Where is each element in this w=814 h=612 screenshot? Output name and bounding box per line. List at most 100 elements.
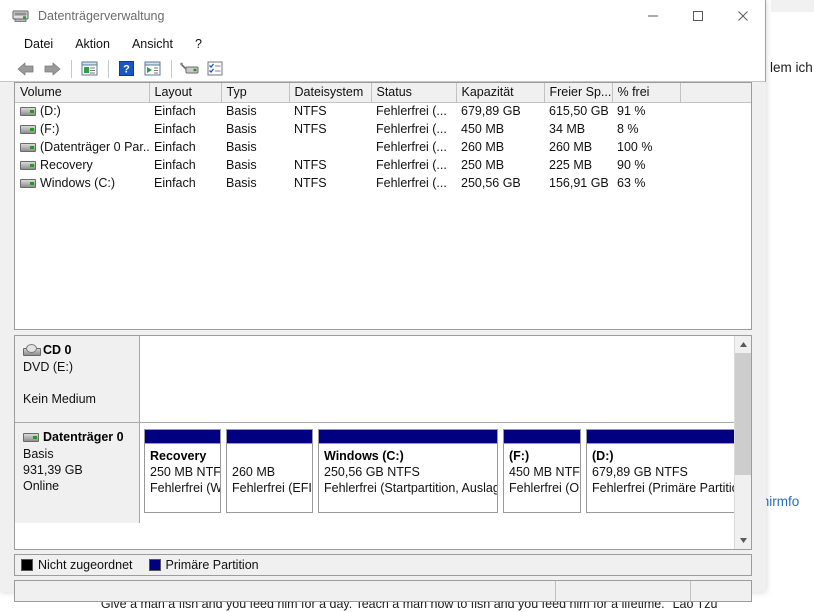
menu-item-datei[interactable]: Datei (16, 35, 61, 53)
menu-item-aktion[interactable]: Aktion (67, 35, 118, 53)
legend-bar: Nicht zugeordnet Primäre Partition (14, 554, 752, 576)
volume-cell-typ: Basis (226, 122, 257, 136)
show-console-tree-icon[interactable] (77, 58, 101, 80)
partition-body: (F:) 450 MB NTFS Fehlerfrei (OEM-Partiti… (504, 444, 580, 496)
legend-swatch-primary (148, 559, 161, 571)
partition-efi[interactable]: 260 MB Fehlerfrei (EFI-Systempartition) (226, 429, 313, 513)
table-row[interactable]: (F:) Einfach Basis NTFS Fehlerfrei (... … (15, 120, 751, 138)
column-header-volume[interactable]: Volume (15, 83, 150, 103)
volume-cell-blank (680, 156, 751, 174)
volume-cell-kapazitaet: 250 MB (461, 158, 505, 172)
column-header-blank[interactable] (680, 83, 751, 103)
background-top-strip (771, 0, 814, 12)
volume-cell-name: Windows (C:) (15, 174, 149, 192)
partition-d[interactable]: (D:) 679,89 GB NTFS Fehlerfrei (Primäre … (586, 429, 751, 513)
legend-label-primary: Primäre Partition (165, 558, 259, 572)
volume-table-header-row: Volume Layout Typ Dateisystem Status Kap… (15, 83, 751, 103)
legend-swatch-unallocated (21, 559, 33, 571)
properties-icon[interactable] (203, 58, 227, 80)
volume-icon (20, 161, 36, 170)
menu-item-ansicht[interactable]: Ansicht (124, 35, 181, 53)
volume-icon (20, 143, 36, 152)
close-button[interactable] (720, 0, 765, 32)
column-header-prozent-frei[interactable]: % frei (612, 83, 681, 103)
column-header-typ[interactable]: Typ (221, 83, 290, 103)
disk-line-2: 931,39 GB (23, 463, 83, 477)
hard-disk-icon (23, 432, 39, 442)
disk-row-cd0[interactable]: CD 0 DVD (E:) Kein Medium (15, 336, 751, 423)
legend-item-unallocated: Nicht zugeordnet (21, 558, 133, 572)
partition-body: Windows (C:) 250,56 GB NTFS Fehlerfrei (… (319, 444, 497, 496)
graphical-view-scrollbar[interactable] (734, 336, 751, 549)
volume-cell-typ: Basis (226, 104, 257, 119)
window-title: Datenträgerverwaltung (38, 9, 165, 23)
partition-f[interactable]: (F:) 450 MB NTFS Fehlerfrei (OEM-Partiti… (503, 429, 581, 513)
maximize-button[interactable] (675, 0, 720, 32)
disk-row-disk0[interactable]: Datenträger 0 Basis 931,39 GB Online Rec… (15, 423, 751, 523)
partition-windows-c[interactable]: Windows (C:) 250,56 GB NTFS Fehlerfrei (… (318, 429, 498, 513)
window-controls (630, 0, 765, 32)
table-row[interactable]: Windows (C:) Einfach Basis NTFS Fehlerfr… (15, 174, 751, 192)
help-icon[interactable]: ? (114, 58, 138, 80)
disk-line-1: DVD (E:) (23, 360, 73, 374)
disk-no-media-area[interactable] (140, 336, 751, 422)
volume-icon (20, 125, 36, 134)
volume-cell-kapazitaet: 250,56 GB (461, 176, 521, 190)
legend-item-primary: Primäre Partition (148, 558, 259, 572)
partition-name: Recovery (150, 449, 207, 463)
disk-name-label: CD 0 (43, 343, 72, 357)
volume-label: (F:) (40, 122, 60, 136)
partition-body: (D:) 679,89 GB NTFS Fehlerfrei (Primäre … (587, 444, 751, 496)
partition-name: Windows (C:) (324, 449, 404, 463)
volume-cell-typ: Basis (226, 158, 257, 172)
volume-label: (D:) (40, 104, 61, 119)
svg-text:?: ? (123, 64, 130, 76)
title-bar[interactable]: Datenträgerverwaltung (0, 0, 765, 32)
menu-item-help[interactable]: ? (187, 35, 210, 53)
partition-recovery[interactable]: Recovery 250 MB NTFS Fehlerfrei (Wiederh… (144, 429, 221, 513)
table-row[interactable]: Recovery Einfach Basis NTFS Fehlerfrei (… (15, 156, 751, 174)
menu-bar: Datei Aktion Ansicht ? (0, 32, 765, 56)
partition-name: (D:) (592, 449, 614, 463)
background-text-fragment: lem ich (770, 60, 813, 75)
column-header-status[interactable]: Status (371, 83, 457, 103)
minimize-button[interactable] (630, 0, 675, 32)
partition-strip: Recovery 250 MB NTFS Fehlerfrei (Wiederh… (140, 423, 751, 523)
column-header-freier-speicher[interactable]: Freier Sp... (544, 83, 613, 103)
volume-cell-dateisystem: NTFS (294, 122, 327, 136)
partition-color-bar (587, 430, 751, 444)
volume-list-pane[interactable]: Volume Layout Typ Dateisystem Status Kap… (14, 82, 752, 330)
partition-color-bar (227, 430, 312, 444)
volume-cell-layout: Einfach (154, 158, 196, 172)
volume-cell-layout: Einfach (154, 176, 196, 190)
partition-name: (F:) (509, 449, 530, 463)
scroll-down-icon[interactable] (735, 532, 751, 549)
disk-line-3: Online (23, 479, 60, 493)
scroll-up-icon[interactable] (735, 336, 751, 353)
table-row[interactable]: (Datenträger 0 Par... Einfach Basis Fehl… (15, 138, 751, 156)
partition-size: 679,89 GB NTFS (592, 465, 688, 479)
client-area: Volume Layout Typ Dateisystem Status Kap… (0, 82, 766, 602)
volume-cell-blank (680, 102, 751, 120)
column-header-dateisystem[interactable]: Dateisystem (289, 83, 372, 103)
rescan-disks-icon[interactable] (177, 58, 201, 80)
graphical-view-pane[interactable]: CD 0 DVD (E:) Kein Medium Datenträger 0 … (14, 335, 752, 550)
volume-cell-status: Fehlerfrei (... (376, 158, 447, 172)
back-arrow-icon[interactable] (14, 58, 38, 80)
column-header-kapazitaet[interactable]: Kapazität (456, 83, 545, 103)
disk-title-cd0: CD 0 (23, 342, 131, 358)
partition-body: Recovery 250 MB NTFS Fehlerfrei (Wiederh… (145, 444, 220, 496)
volume-cell-prozent: 63 % (617, 176, 646, 190)
table-row[interactable]: (D:) Einfach Basis NTFS Fehlerfrei (... … (15, 102, 751, 120)
partition-color-bar (319, 430, 497, 444)
column-header-layout[interactable]: Layout (149, 83, 222, 103)
forward-arrow-icon[interactable] (40, 58, 64, 80)
volume-table: Volume Layout Typ Dateisystem Status Kap… (15, 83, 751, 192)
volume-label: Windows (C:) (40, 176, 116, 190)
volume-cell-frei: 260 MB (549, 140, 593, 154)
scrollbar-thumb[interactable] (735, 353, 751, 475)
partition-status: Fehlerfrei (Wiederherstellungspartition) (150, 481, 220, 495)
show-action-pane-icon[interactable] (140, 58, 164, 80)
volume-cell-prozent: 8 % (617, 122, 639, 136)
volume-cell-typ: Basis (226, 140, 257, 154)
